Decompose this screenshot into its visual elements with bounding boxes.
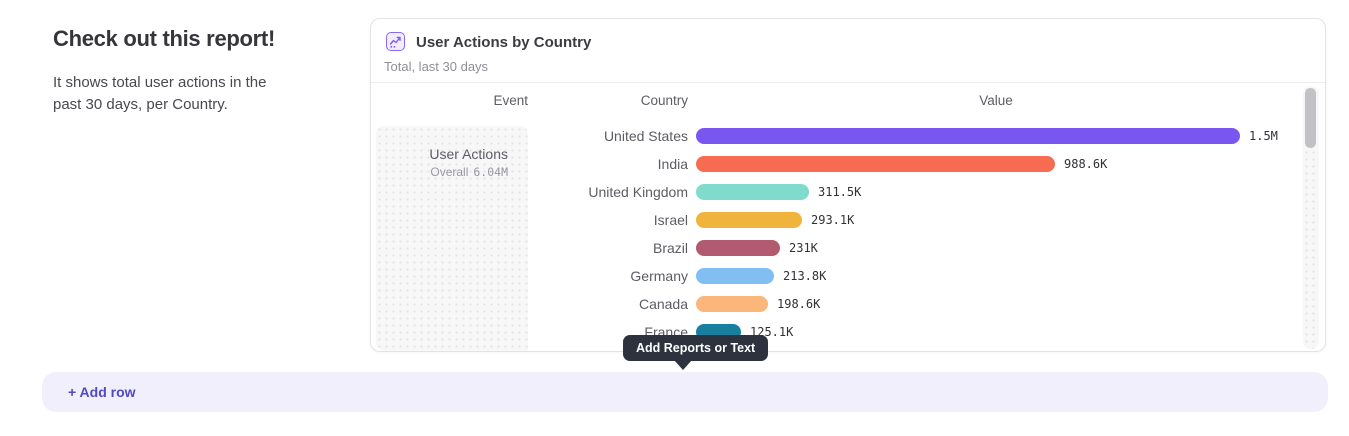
scrollbar-thumb[interactable] [1305,88,1316,148]
page-description: It shows total user actions in the past … [53,72,291,116]
tooltip-caret-icon [674,360,692,370]
bar[interactable] [696,128,1240,144]
bar-value: 231K [789,234,818,262]
add-reports-tooltip: Add Reports or Text [623,335,768,361]
report-card-header: User Actions by Country Total, last 30 d… [371,19,1325,83]
country-label: Canada [371,290,688,318]
bar-row: United States 1.5M [371,122,1301,150]
report-title: User Actions by Country [416,33,591,52]
country-label: Germany [371,262,688,290]
add-row-label: + Add row [68,372,136,413]
country-label: India [371,150,688,178]
bar-row: India 988.6K [371,150,1301,178]
dashboard-page: Check out this report! It shows total us… [0,0,1349,436]
bar-value: 213.8K [783,262,826,290]
tooltip-label: Add Reports or Text [636,341,755,355]
bar-row: United Kingdom 311.5K [371,178,1301,206]
bar[interactable] [696,212,802,228]
bar-row: Germany 213.8K [371,262,1301,290]
bar-value: 1.5M [1249,122,1278,150]
bar-chart: Event Country Value User Actions Overall… [371,84,1325,351]
bar-row: France125.1K [371,318,1301,346]
country-label: Brazil [371,234,688,262]
report-subtitle: Total, last 30 days [384,59,488,74]
bar[interactable] [696,240,780,256]
bar-row: Brazil 231K [371,234,1301,262]
column-header-country: Country [371,92,688,109]
bar-value: 311.5K [818,178,861,206]
bar[interactable] [696,156,1055,172]
bar-row: Israel 293.1K [371,206,1301,234]
bar[interactable] [696,296,768,312]
report-card[interactable]: User Actions by Country Total, last 30 d… [370,18,1326,352]
bar-value: 198.6K [777,290,820,318]
bar-value: 988.6K [1064,150,1107,178]
add-row-button[interactable]: + Add row [42,372,1328,412]
column-header-value: Value [796,92,1196,109]
line-chart-icon [386,32,405,51]
bar[interactable] [696,268,774,284]
bar-rows: United States1.5MIndia988.6KUnited Kingd… [371,122,1301,346]
bar-value: 293.1K [811,206,854,234]
page-title: Check out this report! [53,26,275,52]
bar[interactable] [696,184,809,200]
country-label: United States [371,122,688,150]
country-label: Israel [371,206,688,234]
scrollbar[interactable] [1303,86,1319,349]
bar-row: Canada 198.6K [371,290,1301,318]
country-label: United Kingdom [371,178,688,206]
